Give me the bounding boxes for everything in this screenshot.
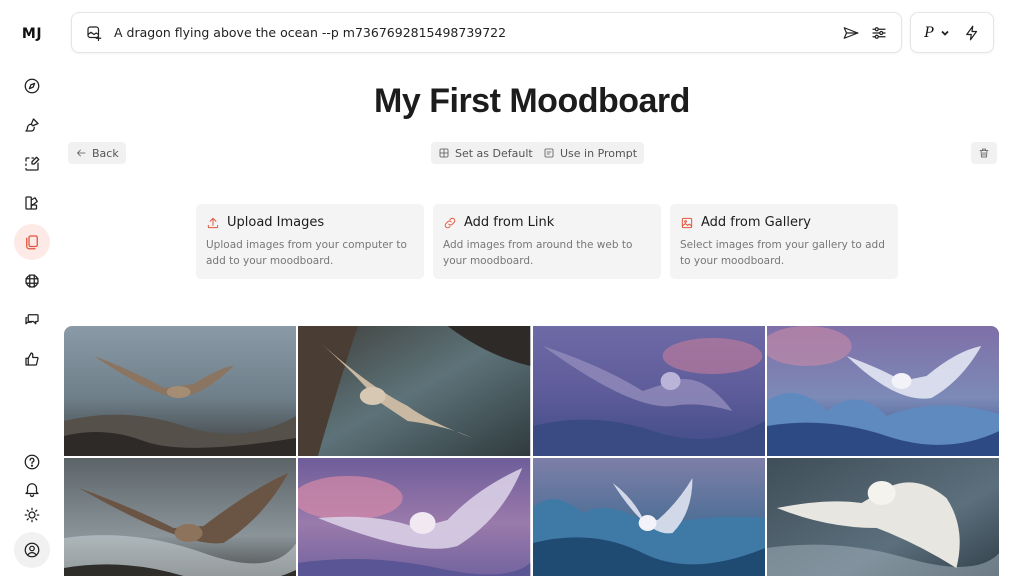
upload-icon: [206, 216, 220, 230]
sidebar-item-personalize[interactable]: [14, 185, 50, 221]
compass-icon: [24, 78, 40, 94]
add-from-link-title: Add from Link: [464, 215, 555, 230]
moodboard-image[interactable]: [532, 458, 765, 576]
moodboard-icon: [26, 235, 38, 250]
sidebar-item-edit[interactable]: [14, 146, 50, 182]
chevron-down-icon: [941, 30, 949, 36]
upload-images-description: Upload images from your computer to add …: [206, 239, 407, 267]
sidebar: MJ: [0, 0, 64, 576]
set-default-label: Set as Default: [455, 146, 533, 160]
add-image-icon[interactable]: [84, 23, 104, 43]
sidebar-item-rank[interactable]: [14, 341, 50, 377]
app-logo[interactable]: MJ: [0, 26, 64, 42]
use-in-prompt-button[interactable]: Use in Prompt: [536, 142, 645, 164]
upload-images-card[interactable]: Upload Images Upload images from your co…: [196, 204, 424, 279]
prompt-input[interactable]: A dragon flying above the ocean --p m736…: [114, 25, 837, 40]
add-from-gallery-description: Select images from your gallery to add t…: [680, 239, 885, 267]
bell-icon: [25, 483, 39, 498]
sliders-icon: [872, 26, 886, 39]
moodboard-image[interactable]: [64, 326, 297, 456]
prompt-small-icon: [543, 147, 555, 159]
moodboard-image-grid: [64, 326, 999, 576]
sidebar-item-theme[interactable]: [14, 497, 50, 533]
moodboard-image[interactable]: [532, 326, 765, 456]
moodboard-image[interactable]: [298, 458, 531, 576]
upload-images-title: Upload Images: [227, 215, 325, 230]
edit-frame-icon: [25, 156, 40, 171]
thumbs-up-icon: [25, 352, 39, 366]
image-icon: [680, 216, 694, 230]
back-label: Back: [92, 146, 119, 160]
sidebar-item-create[interactable]: [14, 107, 50, 143]
set-default-button[interactable]: Set as Default: [431, 142, 540, 164]
link-icon: [443, 216, 457, 230]
moodboard-image[interactable]: [64, 458, 297, 576]
add-from-link-card[interactable]: Add from Link Add images from around the…: [433, 204, 661, 279]
moodboard-image[interactable]: [298, 326, 531, 456]
sidebar-item-chat[interactable]: [14, 302, 50, 338]
moodboard-small-icon: [438, 147, 450, 159]
send-icon: [843, 26, 859, 39]
quick-settings-bar: P: [910, 12, 994, 53]
back-button[interactable]: Back: [68, 142, 126, 164]
prompt-bar[interactable]: A dragon flying above the ocean --p m736…: [71, 12, 902, 53]
add-from-gallery-card[interactable]: Add from Gallery Select images from your…: [670, 204, 898, 279]
sidebar-item-moodboards[interactable]: [14, 224, 50, 260]
personalize-label: P: [924, 24, 934, 41]
use-in-prompt-label: Use in Prompt: [560, 146, 638, 160]
lightning-icon: [965, 25, 977, 40]
sidebar-item-explore[interactable]: [14, 68, 50, 104]
page-title: My First Moodboard: [374, 82, 690, 120]
moodboard-image[interactable]: [766, 326, 999, 456]
submit-prompt-button[interactable]: [837, 19, 865, 47]
moodboard-image[interactable]: [766, 458, 999, 576]
palette-icon: [25, 196, 38, 210]
brush-icon: [25, 118, 39, 132]
grid-icon: [25, 274, 39, 288]
sidebar-item-account[interactable]: [14, 532, 50, 568]
user-icon: [24, 542, 40, 558]
add-from-link-description: Add images from around the web to your m…: [443, 239, 633, 267]
personalize-dropdown[interactable]: P: [918, 25, 955, 41]
arrow-left-icon: [75, 147, 87, 159]
sidebar-item-rooms[interactable]: [14, 263, 50, 299]
trash-icon: [978, 147, 990, 159]
sun-icon: [24, 507, 40, 523]
help-icon: [24, 454, 40, 470]
delete-moodboard-button[interactable]: [971, 142, 997, 164]
add-from-gallery-title: Add from Gallery: [701, 215, 811, 230]
chat-icon: [25, 314, 39, 325]
prompt-settings-button[interactable]: [865, 19, 893, 47]
speed-mode-button[interactable]: [958, 19, 986, 47]
